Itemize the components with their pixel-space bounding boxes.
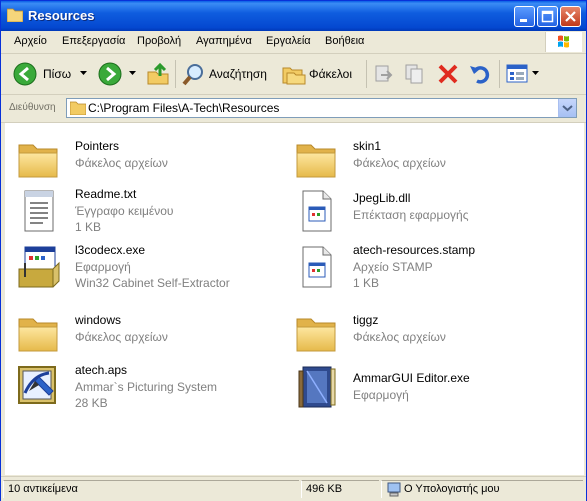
toolbar: Πίσω Αναζήτηση Φάκελοι xyxy=(1,54,586,95)
close-button[interactable] xyxy=(560,6,581,27)
menu-edit[interactable]: Επεξεργασία xyxy=(62,35,125,47)
folder-icon xyxy=(15,309,63,357)
explorer-window: Resources Αρχείο Επεξεργασία Προβολή Αγα… xyxy=(0,0,587,501)
forward-arrow-icon[interactable] xyxy=(98,62,122,86)
menu-favorites[interactable]: Αγαπημένα xyxy=(196,35,252,47)
folder-icon xyxy=(293,135,341,183)
address-bar: Διεύθυνση C:\Program Files\A-Tech\Resour… xyxy=(1,95,586,123)
list-item[interactable]: atech.aps Ammar`s Picturing System 28 KB xyxy=(15,363,285,413)
views-dropdown-icon[interactable] xyxy=(532,71,539,76)
file-type: Έγγραφο κειμένου xyxy=(75,204,174,218)
file-size: 1 KB xyxy=(75,220,102,234)
maximize-icon xyxy=(541,10,554,23)
up-folder-icon[interactable] xyxy=(146,62,170,86)
list-item[interactable]: Pointers Φάκελος αρχείων xyxy=(15,135,285,185)
undo-icon[interactable] xyxy=(468,62,492,86)
file-name: JpegLib.dll xyxy=(353,191,411,205)
close-icon xyxy=(565,11,576,22)
search-button[interactable]: Αναζήτηση xyxy=(209,67,267,81)
move-to-icon[interactable] xyxy=(373,63,395,85)
list-item[interactable]: JpegLib.dll Επέκταση εφαρμογής xyxy=(293,187,573,237)
text-document-icon xyxy=(24,190,54,232)
status-size: 496 KB xyxy=(306,483,343,495)
file-type: Αρχείο STAMP xyxy=(353,260,433,274)
minimize-button[interactable] xyxy=(514,6,535,27)
folder-icon xyxy=(7,8,23,22)
toolbar-separator xyxy=(499,60,500,88)
file-size: 1 KB xyxy=(353,276,380,290)
folder-icon xyxy=(70,101,86,115)
address-input[interactable]: C:\Program Files\A-Tech\Resources xyxy=(66,98,577,118)
chevron-down-icon xyxy=(562,105,573,112)
status-item-count: 10 αντικείμενα xyxy=(8,483,78,495)
file-type: Εφαρμογή xyxy=(75,260,131,274)
file-size: 28 KB xyxy=(75,396,108,410)
forward-dropdown-icon[interactable] xyxy=(129,71,136,76)
window-title: Resources xyxy=(28,8,95,23)
list-item[interactable]: windows Φάκελος αρχείων xyxy=(15,309,285,359)
file-name: atech-resources.stamp xyxy=(353,243,476,257)
file-name: l3codecx.exe xyxy=(75,243,146,257)
file-type: Επέκταση εφαρμογής xyxy=(353,208,469,222)
file-type: Ammar`s Picturing System xyxy=(75,380,218,394)
list-item[interactable]: atech-resources.stamp Αρχείο STAMP 1 KB xyxy=(293,243,573,293)
maximize-button[interactable] xyxy=(537,6,558,27)
list-item[interactable]: Readme.txt Έγγραφο κειμένου 1 KB xyxy=(15,187,285,237)
toolbar-separator xyxy=(366,60,367,88)
address-dropdown-button[interactable] xyxy=(558,99,576,117)
file-type: Φάκελος αρχείων xyxy=(75,156,168,170)
menu-file[interactable]: Αρχείο xyxy=(14,35,47,47)
back-button[interactable]: Πίσω xyxy=(43,67,71,81)
folder-icon xyxy=(293,309,341,357)
folders-icon[interactable] xyxy=(282,63,306,85)
folder-icon xyxy=(15,135,63,183)
toolbar-separator xyxy=(175,60,176,88)
menu-help[interactable]: Βοήθεια xyxy=(325,35,364,47)
status-bar: 10 αντικείμενα 496 KB Ο Υπολογιστής μου xyxy=(1,476,586,501)
windows-logo xyxy=(545,32,582,52)
file-name: tiggz xyxy=(353,313,379,327)
list-item[interactable]: skin1 Φάκελος αρχείων xyxy=(293,135,573,185)
file-name: windows xyxy=(75,313,122,327)
views-icon[interactable] xyxy=(506,63,530,85)
windows-flag-icon xyxy=(558,35,569,48)
file-name: Readme.txt xyxy=(75,187,137,201)
file-type: Φάκελος αρχείων xyxy=(75,330,168,344)
copy-to-icon[interactable] xyxy=(404,63,426,85)
picture-file-icon xyxy=(18,366,56,404)
file-type: Εφαρμογή xyxy=(353,388,409,402)
my-computer-icon xyxy=(387,482,401,497)
file-type: Φάκελος αρχείων xyxy=(353,156,446,170)
file-name: Pointers xyxy=(75,139,120,153)
back-dropdown-icon[interactable] xyxy=(80,71,87,76)
search-icon[interactable] xyxy=(182,62,206,86)
menu-tools[interactable]: Εργαλεία xyxy=(266,35,311,47)
status-count-panel: 10 αντικείμενα xyxy=(3,480,299,498)
folders-button[interactable]: Φάκελοι xyxy=(309,67,352,81)
list-item[interactable]: AmmarGUI Editor.exe Εφαρμογή xyxy=(293,363,573,413)
menu-view[interactable]: Προβολή xyxy=(137,35,181,47)
status-location-panel: Ο Υπολογιστής μου xyxy=(381,480,583,498)
list-item[interactable]: l3codecx.exe Εφαρμογή Win32 Cabinet Self… xyxy=(15,243,285,293)
dll-file-icon xyxy=(293,187,341,235)
address-label: Διεύθυνση xyxy=(9,102,56,113)
book-application-icon xyxy=(298,366,336,408)
file-list[interactable]: Pointers Φάκελος αρχείων skin1 Φάκελος α… xyxy=(5,123,584,475)
file-name: atech.aps xyxy=(75,363,128,377)
status-location: Ο Υπολογιστής μου xyxy=(404,483,500,495)
minimize-icon xyxy=(520,19,527,22)
delete-icon[interactable] xyxy=(437,63,459,85)
title-bar[interactable]: Resources xyxy=(1,1,586,31)
file-name: skin1 xyxy=(353,139,382,153)
file-name: AmmarGUI Editor.exe xyxy=(353,371,470,385)
address-path: C:\Program Files\A-Tech\Resources xyxy=(88,101,280,115)
installer-icon xyxy=(18,246,60,288)
status-size-panel: 496 KB xyxy=(301,480,379,498)
file-type: Φάκελος αρχείων xyxy=(353,330,446,344)
file-description: Win32 Cabinet Self-Extractor xyxy=(75,276,230,290)
menu-bar: Αρχείο Επεξεργασία Προβολή Αγαπημένα Εργ… xyxy=(1,31,586,54)
generic-file-icon xyxy=(293,243,341,291)
list-item[interactable]: tiggz Φάκελος αρχείων xyxy=(293,309,573,359)
back-arrow-icon[interactable] xyxy=(13,62,37,86)
